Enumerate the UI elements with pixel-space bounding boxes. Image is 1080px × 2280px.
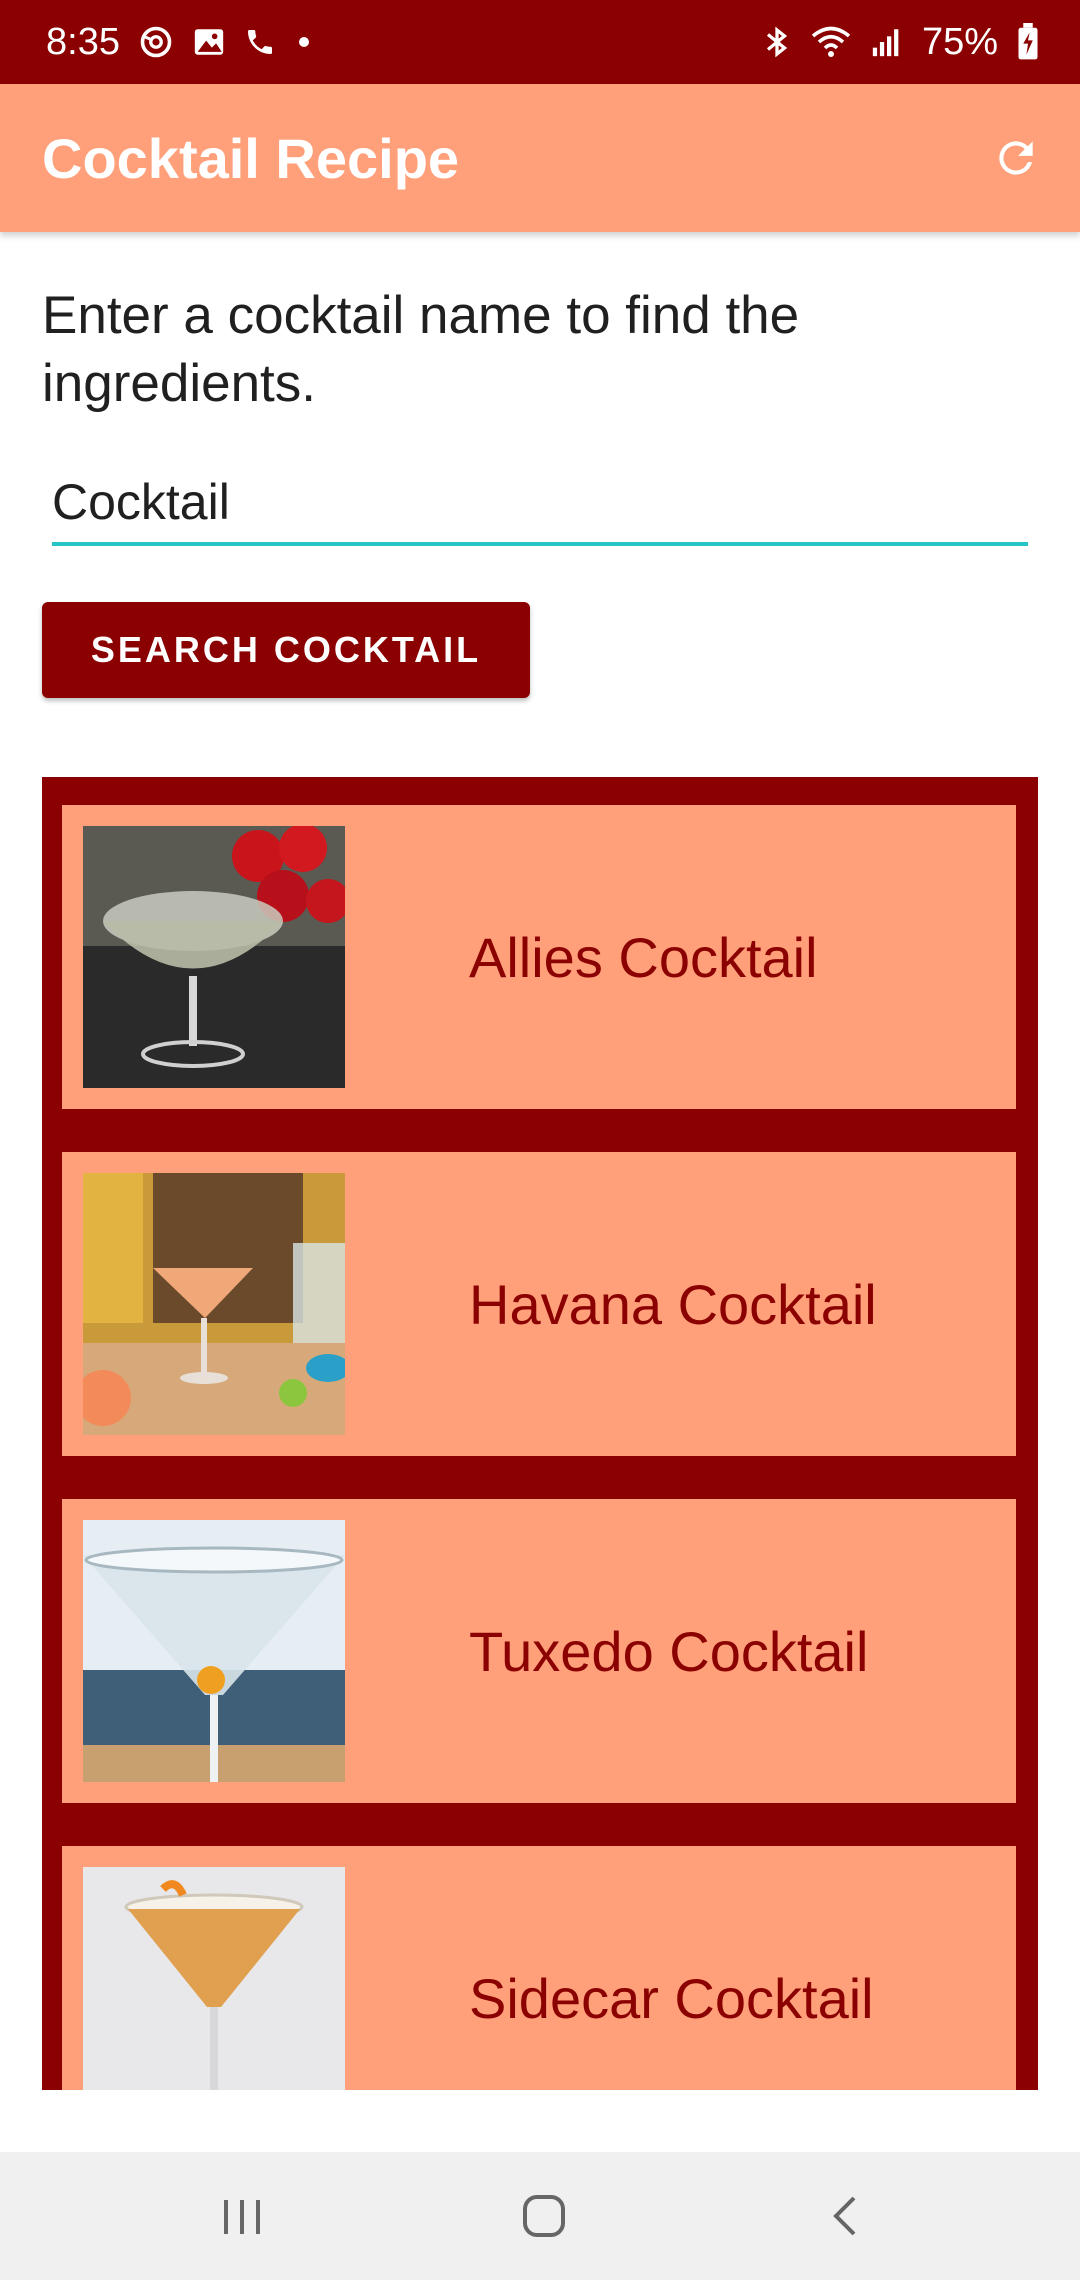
- home-button[interactable]: [514, 2186, 574, 2246]
- navigation-bar: [0, 2152, 1080, 2280]
- status-time: 8:35: [46, 20, 120, 63]
- phone-icon: [244, 26, 276, 58]
- status-left: 8:35: [46, 21, 314, 64]
- result-card-tuxedo[interactable]: Tuxedo Cocktail: [62, 1499, 1016, 1803]
- signal-icon: [870, 25, 904, 59]
- cocktail-thumbnail: [83, 1867, 345, 2090]
- status-bar: 8:35 75%: [0, 0, 1080, 84]
- result-card-sidecar[interactable]: Sidecar Cocktail: [62, 1846, 1016, 2090]
- home-icon: [523, 2195, 565, 2237]
- cocktail-name: Tuxedo Cocktail: [469, 1619, 869, 1683]
- refresh-icon: [999, 141, 1033, 175]
- wifi-icon: [810, 24, 852, 60]
- instruction-text: Enter a cocktail name to find the ingred…: [42, 286, 800, 413]
- battery-percent: 75%: [921, 20, 998, 63]
- dot-icon: [294, 32, 314, 52]
- app-title: Cocktail Recipe: [42, 126, 460, 190]
- cocktail-search-input[interactable]: [52, 462, 1028, 546]
- result-card-allies[interactable]: Allies Cocktail: [62, 805, 1016, 1109]
- cocktail-thumbnail: [83, 1520, 345, 1782]
- back-button[interactable]: [816, 2186, 876, 2246]
- cocktail-thumbnail: [83, 826, 345, 1088]
- result-card-havana[interactable]: Havana Cocktail: [62, 1152, 1016, 1456]
- app-bar: Cocktail Recipe: [0, 84, 1080, 232]
- recent-apps-button[interactable]: [212, 2186, 272, 2246]
- back-icon: [833, 2196, 856, 2236]
- bluetooth-icon: [762, 24, 792, 60]
- results-list[interactable]: Allies Cocktail Havana Cocktail Tuxedo C…: [42, 777, 1038, 2090]
- refresh-button[interactable]: [988, 130, 1044, 186]
- cocktail-name: Allies Cocktail: [469, 925, 818, 989]
- sync-icon: [138, 24, 174, 60]
- cocktail-name: Sidecar Cocktail: [469, 1966, 874, 2030]
- cocktail-name: Havana Cocktail: [469, 1272, 877, 1336]
- gallery-icon: [192, 25, 226, 59]
- battery-charging-icon: [1016, 23, 1040, 61]
- recent-apps-icon: [224, 2200, 260, 2234]
- search-cocktail-button[interactable]: SEARCH COCKTAIL: [42, 602, 530, 698]
- status-right: 75%: [762, 21, 1040, 64]
- cocktail-thumbnail: [83, 1173, 345, 1435]
